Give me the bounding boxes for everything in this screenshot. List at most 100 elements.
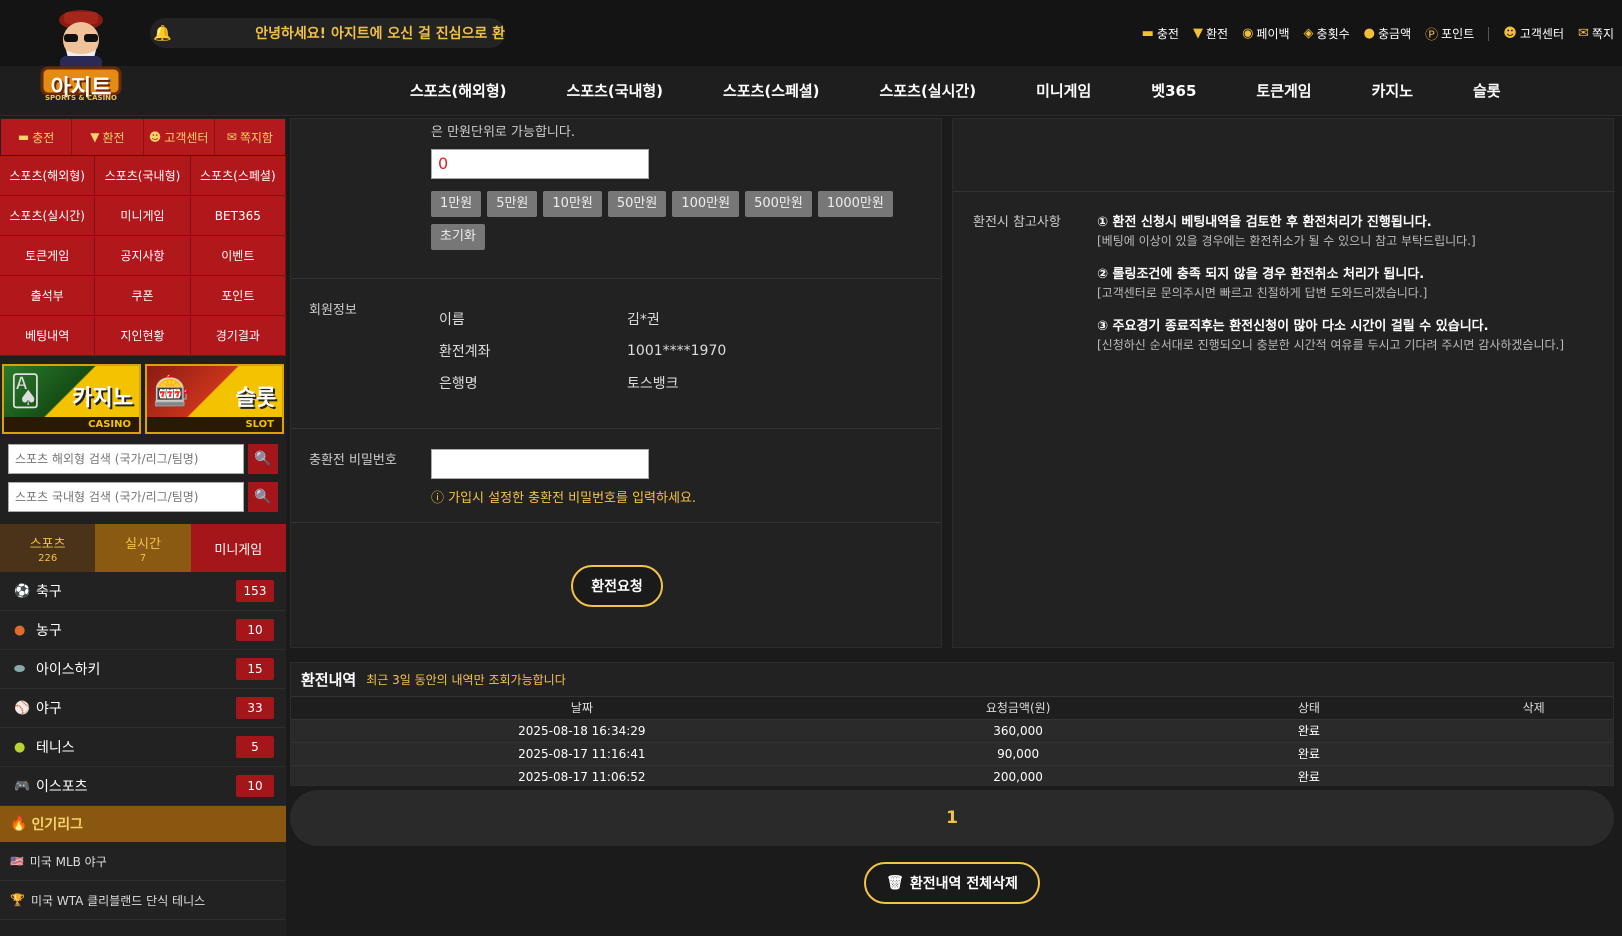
column-status: 상태 xyxy=(1163,697,1455,720)
search-overseas-button[interactable]: 🔍 xyxy=(248,444,278,474)
sidebar-menu-item-0[interactable]: 스포츠(해외형) xyxy=(0,156,96,196)
top-link-message[interactable]: ✉ 쪽지 xyxy=(1578,25,1614,42)
quick-charge-button[interactable]: ▬ 충전 xyxy=(1,119,73,155)
amount-chip-2[interactable]: 10만원 xyxy=(543,191,602,217)
nav-item-1[interactable]: 스포츠(국내형) xyxy=(537,66,694,116)
baseball-icon: ⚾ xyxy=(14,700,31,716)
column-amount: 요청금액(원) xyxy=(872,697,1164,720)
row-delete-cell[interactable] xyxy=(1454,765,1613,785)
password-input[interactable] xyxy=(431,449,649,479)
delete-all-history-button[interactable]: 🗑 환전내역 전체삭제 xyxy=(864,862,1040,904)
column-delete: 삭제 xyxy=(1454,697,1613,720)
amount-chip-5[interactable]: 500만원 xyxy=(745,191,812,217)
exchange-request-button[interactable]: 환전요청 xyxy=(571,565,663,607)
count-badge: 10 xyxy=(236,775,274,797)
amount-input[interactable]: 0 xyxy=(431,149,649,179)
nav-item-5[interactable]: 벳365 xyxy=(1121,66,1226,116)
amount-chip-4[interactable]: 100만원 xyxy=(672,191,740,217)
nav-item-2[interactable]: 스포츠(스페셜) xyxy=(693,66,850,116)
sidebar-menu-item-7[interactable]: 공지사항 xyxy=(95,236,191,276)
nav-item-8[interactable]: 슬롯 xyxy=(1443,66,1531,116)
sidebar-menu-grid: 스포츠(해외형) 스포츠(국내형) 스포츠(스페셜) 스포츠(실시간) 미니게임 BET3… xyxy=(0,156,286,356)
popular-league-header: 🔥 인기리그 xyxy=(0,806,286,842)
sidebar-menu-item-8[interactable]: 이벤트 xyxy=(190,236,286,276)
top-link-support[interactable]: ☻ 고객센터 xyxy=(1503,25,1564,42)
amount-chip-0[interactable]: 1만원 xyxy=(431,191,482,217)
reset-button[interactable]: 초기화 xyxy=(431,224,485,250)
quick-exchange-button[interactable]: ▼ 환전 xyxy=(72,119,144,155)
sidebar-menu-item-10[interactable]: 쿠폰 xyxy=(95,276,191,316)
nav-item-6[interactable]: 토큰게임 xyxy=(1226,66,1341,116)
top-link-charge-amount[interactable]: ● 충금액 xyxy=(1364,25,1411,42)
row-delete-cell[interactable] xyxy=(1454,719,1613,743)
top-link-payback[interactable]: ◉ 페이백 xyxy=(1242,25,1289,42)
count-badge: 15 xyxy=(236,658,274,680)
nav-item-4[interactable]: 미니게임 xyxy=(1006,66,1121,116)
nav-item-0[interactable]: 스포츠(해외형) xyxy=(380,66,537,116)
main-nav: 스포츠(해외형) 스포츠(국내형) 스포츠(스페셜) 스포츠(실시간) 미니게임 벳365… xyxy=(0,66,1622,116)
sidebar-menu-item-13[interactable]: 지인현황 xyxy=(95,316,191,356)
league-item-wta[interactable]: 🏆 미국 WTA 클리블랜드 단식 테니스 xyxy=(0,881,286,920)
trophy-icon: 🏆 xyxy=(10,893,25,907)
tab-live[interactable]: 실시간 7 xyxy=(95,524,191,572)
sidebar-menu-item-4[interactable]: 미니게임 xyxy=(95,196,191,236)
password-row: 충환전 비밀번호 ⓘ 가입시 설정한 충환전 비밀번호를 입력하세요. xyxy=(291,429,941,523)
sidebar-menu-item-2[interactable]: 스포츠(스페셜) xyxy=(190,156,286,196)
count-badge: 153 xyxy=(236,580,274,602)
sport-item-basketball[interactable]: ● 농구 10 xyxy=(0,611,286,650)
sport-item-soccer[interactable]: ⚽ 축구 153 xyxy=(0,572,286,611)
sport-item-tennis[interactable]: ● 테니스 5 xyxy=(0,728,286,767)
search-domestic: 🔍 xyxy=(0,478,286,516)
exchange-form-panel: 은 만원단위로 가능합니다. 0 1만원 5만원 10만원 50만원 100만원 500만… xyxy=(290,118,942,648)
point-icon: Ⓟ xyxy=(1425,28,1439,43)
sidebar-menu-item-14[interactable]: 경기결과 xyxy=(190,316,286,356)
sport-item-baseball[interactable]: ⚾ 야구 33 xyxy=(0,689,286,728)
divider xyxy=(1488,26,1490,41)
amount-chip-1[interactable]: 5만원 xyxy=(487,191,538,217)
history-table-header: 날짜 요청금액(원) 상태 삭제 xyxy=(291,697,1613,720)
search-domestic-button[interactable]: 🔍 xyxy=(248,482,278,512)
basketball-icon: ● xyxy=(14,622,26,638)
top-link-exchange[interactable]: ▼ 환전 xyxy=(1193,25,1228,42)
top-link-point[interactable]: Ⓟ 포인트 xyxy=(1425,24,1474,43)
member-info-row: 회원정보 이름 김*권 환전계좌 1001****1970 은행명 토스뱅크 xyxy=(291,279,941,429)
amount-chip-3[interactable]: 50만원 xyxy=(607,191,667,217)
page-number-current[interactable]: 1 xyxy=(946,808,958,828)
tab-minigame[interactable]: 미니게임 xyxy=(190,524,286,572)
top-link-charge-count[interactable]: ◈ 충횟수 xyxy=(1304,25,1350,42)
sidebar-menu-item-9[interactable]: 출석부 xyxy=(0,276,96,316)
search-overseas-input[interactable] xyxy=(8,444,244,474)
sidebar-menu-item-12[interactable]: 베팅내역 xyxy=(0,316,96,356)
note-item: ② 롤링조건에 충족 되지 않을 경우 환전취소 처리가 됩니다. [고객센터로 … xyxy=(1097,267,1428,300)
message-icon: ✉ xyxy=(226,130,237,144)
quick-message-button[interactable]: ✉ 쪽지함 xyxy=(215,119,285,155)
sidebar-quick-links: ▬ 충전 ▼ 환전 ☻ 고객센터 ✉ 쪽지함 xyxy=(0,118,286,156)
sport-item-icehockey[interactable]: ⬬ 아이스하키 15 xyxy=(0,650,286,689)
sidebar-menu-item-3[interactable]: 스포츠(실시간) xyxy=(0,196,96,236)
support-icon: ☻ xyxy=(148,130,162,144)
amount-chip-6[interactable]: 1000만원 xyxy=(817,191,893,217)
search-domestic-input[interactable] xyxy=(8,482,244,512)
sidebar-menu-item-5[interactable]: BET365 xyxy=(190,196,286,236)
history-title: 환전내역 xyxy=(301,671,357,689)
quick-support-button[interactable]: ☻ 고객센터 xyxy=(144,119,215,155)
sidebar-menu-item-1[interactable]: 스포츠(국내형) xyxy=(95,156,191,196)
notice-text: 안녕하세요! 아지트에 오신 걸 진심으로 환 xyxy=(255,26,505,42)
notes-label: 환전시 참고사항 xyxy=(973,215,1061,230)
message-icon: ✉ xyxy=(1578,26,1589,41)
top-link-charge[interactable]: ▬ 충전 xyxy=(1142,25,1179,42)
nav-item-7[interactable]: 카지노 xyxy=(1342,66,1443,116)
sport-item-esports[interactable]: 🎮 이스포츠 10 xyxy=(0,767,286,806)
nav-item-3[interactable]: 스포츠(실시간) xyxy=(850,66,1007,116)
sidebar-menu-item-11[interactable]: 포인트 xyxy=(190,276,286,316)
row-delete-cell[interactable] xyxy=(1454,742,1613,766)
slot-machine-icon: 🎰 xyxy=(153,374,191,409)
league-item-mlb[interactable]: 🇺🇸 미국 MLB 야구 xyxy=(0,842,286,881)
casino-banner[interactable]: 🂡 카지노 CASINO xyxy=(2,364,141,434)
site-logo[interactable]: 아지트 SPORTS & CASINO xyxy=(36,6,126,106)
tab-sports[interactable]: 스포츠 226 xyxy=(0,524,96,572)
us-flag-icon: 🇺🇸 xyxy=(10,854,24,868)
notes-list: ① 환전 신청시 베팅내역을 검토한 후 환전처리가 진행됩니다. [베팅에 이상… xyxy=(1097,211,1597,367)
slot-banner[interactable]: 🎰 슬롯 SLOT xyxy=(145,364,284,434)
sidebar-menu-item-6[interactable]: 토큰게임 xyxy=(0,236,96,276)
